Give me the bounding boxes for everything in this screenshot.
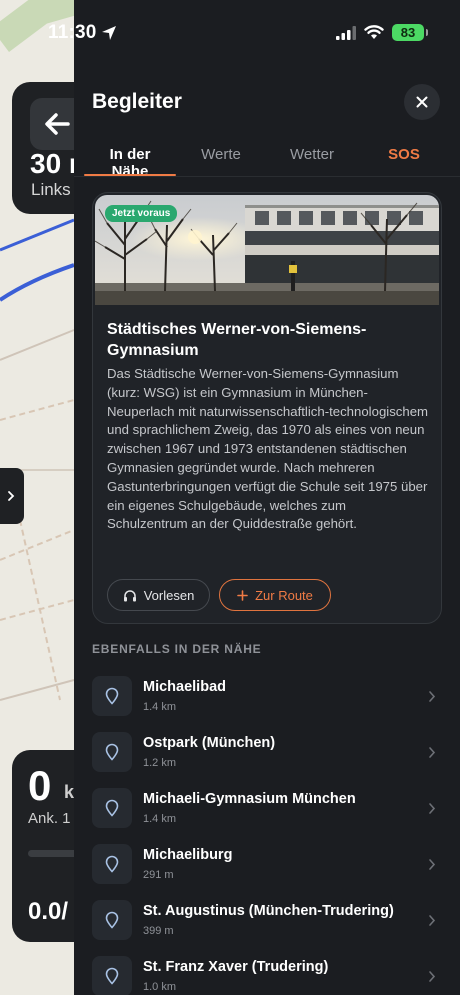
nearby-list-item[interactable]: Michaelibad 1.4 km [92, 676, 442, 732]
ahead-badge: Jetzt voraus [105, 205, 178, 222]
nearby-item-distance: 1.4 km [143, 813, 177, 825]
wifi-icon [364, 25, 384, 39]
battery-level: 83 [400, 25, 416, 40]
location-pin-icon [92, 732, 132, 772]
chevron-right-icon [429, 747, 436, 758]
featured-poi-card[interactable]: Jetzt voraus Städtisches Werner-von-Siem… [92, 192, 442, 624]
tab-weather[interactable]: Wetter [280, 146, 344, 163]
tab-values[interactable]: Werte [190, 146, 252, 163]
read-aloud-label: Vorlesen [143, 587, 195, 603]
nearby-list-item[interactable]: Ostpark (München) 1.2 km [92, 732, 442, 788]
nearby-section-heading: EBENFALLS IN DER NÄHE [92, 642, 262, 656]
location-pin-icon [92, 788, 132, 828]
close-button[interactable] [404, 84, 440, 120]
tab-divider [74, 176, 460, 177]
chevron-right-icon [429, 803, 436, 814]
status-icons: 83 [336, 24, 428, 41]
nearby-item-distance: 1.2 km [143, 757, 177, 769]
nearby-item-distance: 399 m [143, 925, 174, 937]
location-pin-icon [92, 676, 132, 716]
nearby-item-name: Michaeliburg [143, 847, 233, 863]
add-to-route-button[interactable]: Zur Route [219, 579, 331, 611]
nearby-item-name: St. Augustinus (München-Trudering) [143, 903, 394, 919]
distance-value: 0 [28, 762, 52, 809]
nearby-list-item[interactable]: Michaeli-Gymnasium München 1.4 km [92, 788, 442, 844]
companion-panel: Begleiter In der Nähe Werte Wetter SOS J… [74, 0, 460, 995]
speed-value: 0.0/ [28, 898, 69, 925]
location-arrow-icon [102, 26, 116, 40]
chevron-right-icon [8, 491, 15, 501]
nearby-item-distance: 1.0 km [143, 981, 177, 993]
nearby-item-distance: 291 m [143, 869, 174, 881]
nearby-list-item[interactable]: Michaeliburg 291 m [92, 844, 442, 900]
poi-description: Das Städtische Werner-von-Siemens-Gymnas… [107, 366, 429, 532]
tab-sos[interactable]: SOS [376, 146, 432, 163]
cellular-signal-icon [336, 25, 356, 40]
expand-panel-handle[interactable] [0, 468, 24, 524]
nearby-item-distance: 1.4 km [143, 701, 177, 713]
headphones-icon [123, 589, 136, 601]
location-pin-icon [92, 844, 132, 884]
chevron-right-icon [429, 691, 436, 702]
arrival-label: Ank. 1 [28, 810, 71, 827]
nearby-item-name: Ostpark (München) [143, 735, 276, 751]
read-aloud-button[interactable]: Vorlesen [107, 579, 210, 611]
chevron-right-icon [429, 915, 436, 926]
status-time: 11:30 [48, 22, 97, 43]
chevron-right-icon [429, 971, 436, 982]
nearby-item-name: St. Franz Xaver (Trudering) [143, 959, 329, 975]
poi-photo: Jetzt voraus [95, 195, 439, 305]
turn-direction: Links [31, 180, 71, 199]
nearby-item-name: Michaelibad [143, 679, 226, 695]
location-pin-icon [92, 956, 132, 995]
nearby-list-item[interactable]: St. Franz Xaver (Trudering) 1.0 km [92, 956, 442, 995]
plus-icon [237, 589, 248, 601]
battery-indicator: 83 [392, 24, 428, 41]
close-icon [416, 96, 428, 108]
add-to-route-label: Zur Route [255, 587, 313, 603]
poi-title: Städtisches Werner-von-Siemens-Gymnasium [107, 321, 367, 359]
tab-bar: In der Nähe Werte Wetter SOS [74, 138, 460, 180]
nearby-list-item[interactable]: St. Augustinus (München-Trudering) 399 m [92, 900, 442, 956]
chevron-right-icon [429, 859, 436, 870]
nearby-item-name: Michaeli-Gymnasium München [143, 791, 356, 807]
location-pin-icon [92, 900, 132, 940]
panel-title: Begleiter [92, 90, 182, 113]
